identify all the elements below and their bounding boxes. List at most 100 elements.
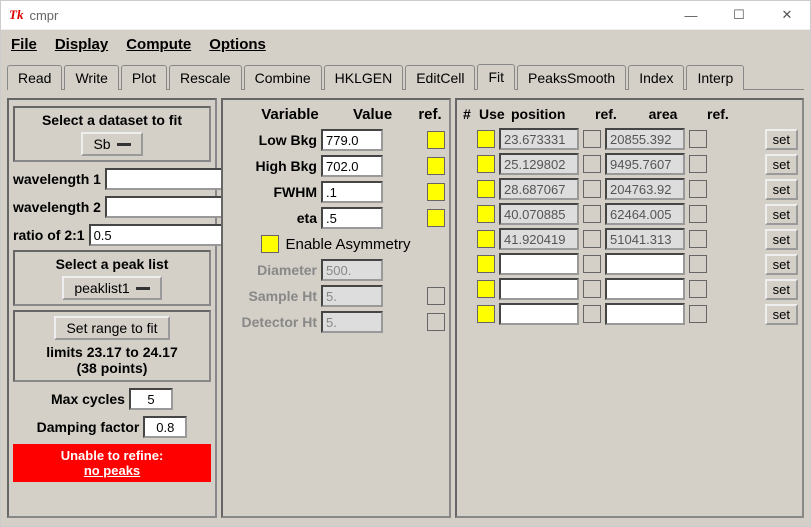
pos-ref-check[interactable] — [583, 255, 601, 273]
damping-input[interactable] — [143, 416, 187, 438]
tab-combine[interactable]: Combine — [244, 65, 322, 90]
use-check[interactable] — [477, 130, 495, 148]
eta-ref-check[interactable] — [427, 209, 445, 227]
set-button[interactable]: set — [765, 129, 798, 150]
tab-rescale[interactable]: Rescale — [169, 65, 242, 90]
high-bkg-input[interactable] — [321, 155, 383, 177]
area-ref-check[interactable] — [689, 130, 707, 148]
fwhm-ref-check[interactable] — [427, 183, 445, 201]
area-ref-check[interactable] — [689, 230, 707, 248]
use-check[interactable] — [477, 305, 495, 323]
error-banner: Unable to refine: no peaks — [13, 444, 211, 482]
tab-editcell[interactable]: EditCell — [405, 65, 475, 90]
sample-ht-ref-check[interactable] — [427, 287, 445, 305]
eta-input[interactable] — [321, 207, 383, 229]
tab-plot[interactable]: Plot — [121, 65, 167, 90]
area-ref-check[interactable] — [689, 305, 707, 323]
position-input[interactable] — [499, 178, 579, 200]
tab-read[interactable]: Read — [7, 65, 62, 90]
max-cycles-input[interactable] — [129, 388, 173, 410]
middle-panel: Variable Value ref. Low Bkg High Bkg FWH… — [221, 98, 451, 518]
use-check[interactable] — [477, 180, 495, 198]
peaklist-dropdown[interactable]: peaklist1 — [62, 276, 161, 300]
position-input[interactable] — [499, 228, 579, 250]
eta-label: eta — [227, 210, 317, 226]
enable-asym-check[interactable] — [261, 235, 279, 253]
use-check[interactable] — [477, 205, 495, 223]
rhead-use: Use — [479, 106, 507, 122]
peak-row: set — [461, 178, 798, 200]
maximize-button[interactable]: ☐ — [724, 5, 754, 25]
low-bkg-input[interactable] — [321, 129, 383, 151]
set-range-button[interactable]: Set range to fit — [54, 316, 169, 340]
limits-text: limits 23.17 to 24.17 — [19, 344, 205, 360]
menu-file[interactable]: File — [11, 36, 37, 53]
set-button[interactable]: set — [765, 254, 798, 275]
use-check[interactable] — [477, 255, 495, 273]
position-input[interactable] — [499, 253, 579, 275]
area-input[interactable] — [605, 153, 685, 175]
set-button[interactable]: set — [765, 229, 798, 250]
pos-ref-check[interactable] — [583, 280, 601, 298]
position-input[interactable] — [499, 128, 579, 150]
position-input[interactable] — [499, 278, 579, 300]
pos-ref-check[interactable] — [583, 155, 601, 173]
wavelength1-label: wavelength 1 — [13, 171, 101, 187]
high-bkg-label: High Bkg — [227, 158, 317, 174]
pos-ref-check[interactable] — [583, 180, 601, 198]
tab-fit[interactable]: Fit — [477, 64, 515, 90]
area-input[interactable] — [605, 253, 685, 275]
area-input[interactable] — [605, 278, 685, 300]
position-input[interactable] — [499, 203, 579, 225]
pos-ref-check[interactable] — [583, 130, 601, 148]
area-ref-check[interactable] — [689, 255, 707, 273]
close-button[interactable]: ✕ — [772, 5, 802, 25]
area-ref-check[interactable] — [689, 180, 707, 198]
menu-options[interactable]: Options — [209, 36, 266, 53]
set-button[interactable]: set — [765, 204, 798, 225]
use-check[interactable] — [477, 155, 495, 173]
tab-index[interactable]: Index — [628, 65, 684, 90]
position-input[interactable] — [499, 153, 579, 175]
dataset-dropdown[interactable]: Sb — [81, 132, 142, 156]
area-ref-check[interactable] — [689, 205, 707, 223]
tab-interp[interactable]: Interp — [686, 65, 744, 90]
tab-hklgen[interactable]: HKLGEN — [324, 65, 404, 90]
low-bkg-ref-check[interactable] — [427, 131, 445, 149]
menu-display[interactable]: Display — [55, 36, 108, 53]
peak-row: set — [461, 303, 798, 325]
dropdown-icon — [136, 287, 150, 290]
use-check[interactable] — [477, 280, 495, 298]
left-panel: Select a dataset to fit Sb wavelength 1 … — [7, 98, 217, 518]
menu-compute[interactable]: Compute — [126, 36, 191, 53]
menubar: File Display Compute Options — [1, 30, 810, 59]
detector-ht-ref-check[interactable] — [427, 313, 445, 331]
area-input[interactable] — [605, 128, 685, 150]
minimize-button[interactable]: — — [676, 5, 706, 25]
pos-ref-check[interactable] — [583, 305, 601, 323]
area-ref-check[interactable] — [689, 280, 707, 298]
rhead-ref1: ref. — [595, 106, 619, 122]
set-button[interactable]: set — [765, 304, 798, 325]
area-input[interactable] — [605, 178, 685, 200]
error-line1: Unable to refine: — [15, 448, 209, 463]
mid-head-value: Value — [353, 106, 415, 123]
area-input[interactable] — [605, 303, 685, 325]
set-button[interactable]: set — [765, 179, 798, 200]
rhead-hash: # — [463, 106, 475, 122]
set-button[interactable]: set — [765, 154, 798, 175]
area-ref-check[interactable] — [689, 155, 707, 173]
peak-row: set — [461, 153, 798, 175]
tab-peakssmooth[interactable]: PeaksSmooth — [517, 65, 626, 90]
pos-ref-check[interactable] — [583, 205, 601, 223]
high-bkg-ref-check[interactable] — [427, 157, 445, 175]
area-input[interactable] — [605, 228, 685, 250]
tab-write[interactable]: Write — [64, 65, 118, 90]
peak-row: set — [461, 128, 798, 150]
pos-ref-check[interactable] — [583, 230, 601, 248]
use-check[interactable] — [477, 230, 495, 248]
fwhm-input[interactable] — [321, 181, 383, 203]
position-input[interactable] — [499, 303, 579, 325]
area-input[interactable] — [605, 203, 685, 225]
set-button[interactable]: set — [765, 279, 798, 300]
